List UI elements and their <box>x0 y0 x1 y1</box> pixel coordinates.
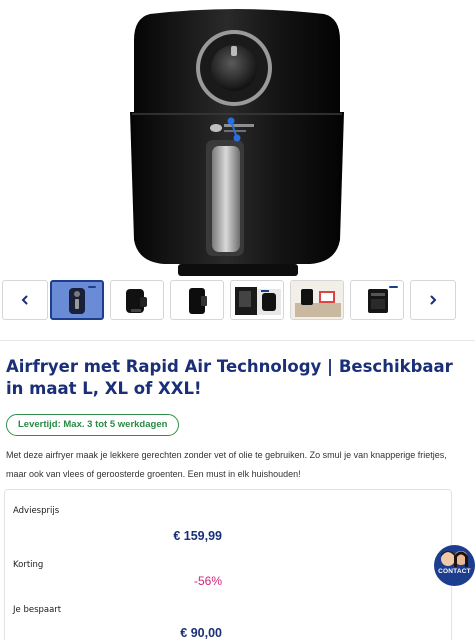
airfryer-illustration <box>130 9 344 276</box>
thumb-airfryer-black-side[interactable] <box>110 280 164 320</box>
price-summary-box: Adviesprijs € 159,99 Korting -56% Je bes… <box>4 489 452 640</box>
advice-price-label: Adviesprijs <box>13 506 60 516</box>
product-description: Met deze airfryer maak je lekkere gerech… <box>6 450 447 479</box>
delivery-time-badge: Levertijd: Max. 3 tot 5 werkdagen <box>6 414 180 436</box>
product-main-image <box>0 0 475 280</box>
thumb-airfryer-black-profile[interactable] <box>170 280 224 320</box>
thumb-airfryer-blue[interactable] <box>50 280 104 320</box>
support-agents-avatar <box>441 551 468 567</box>
chevron-left-icon <box>21 295 28 305</box>
section-divider <box>0 340 475 341</box>
advice-price-value: € 159,99 <box>173 529 222 543</box>
thumb-airfryer-box[interactable] <box>230 280 284 320</box>
thumbnail-gallery <box>0 278 475 324</box>
gallery-prev-button[interactable] <box>2 280 48 320</box>
discount-value: -56% <box>193 574 222 588</box>
thumb-airfryer-kitchen[interactable] <box>290 280 344 320</box>
gallery-next-button[interactable] <box>410 280 456 320</box>
discount-label: Korting <box>13 560 44 570</box>
thumb-airfryer-xxl[interactable] <box>350 280 404 320</box>
savings-value: € 90,00 <box>180 626 222 640</box>
product-title: Airfryer met Rapid Air Technology | Besc… <box>6 357 453 398</box>
chevron-right-icon <box>430 295 437 305</box>
contact-chat-button[interactable]: CONTACT <box>434 545 475 586</box>
contact-label: CONTACT <box>438 568 471 575</box>
savings-label: Je bespaart <box>13 605 62 615</box>
